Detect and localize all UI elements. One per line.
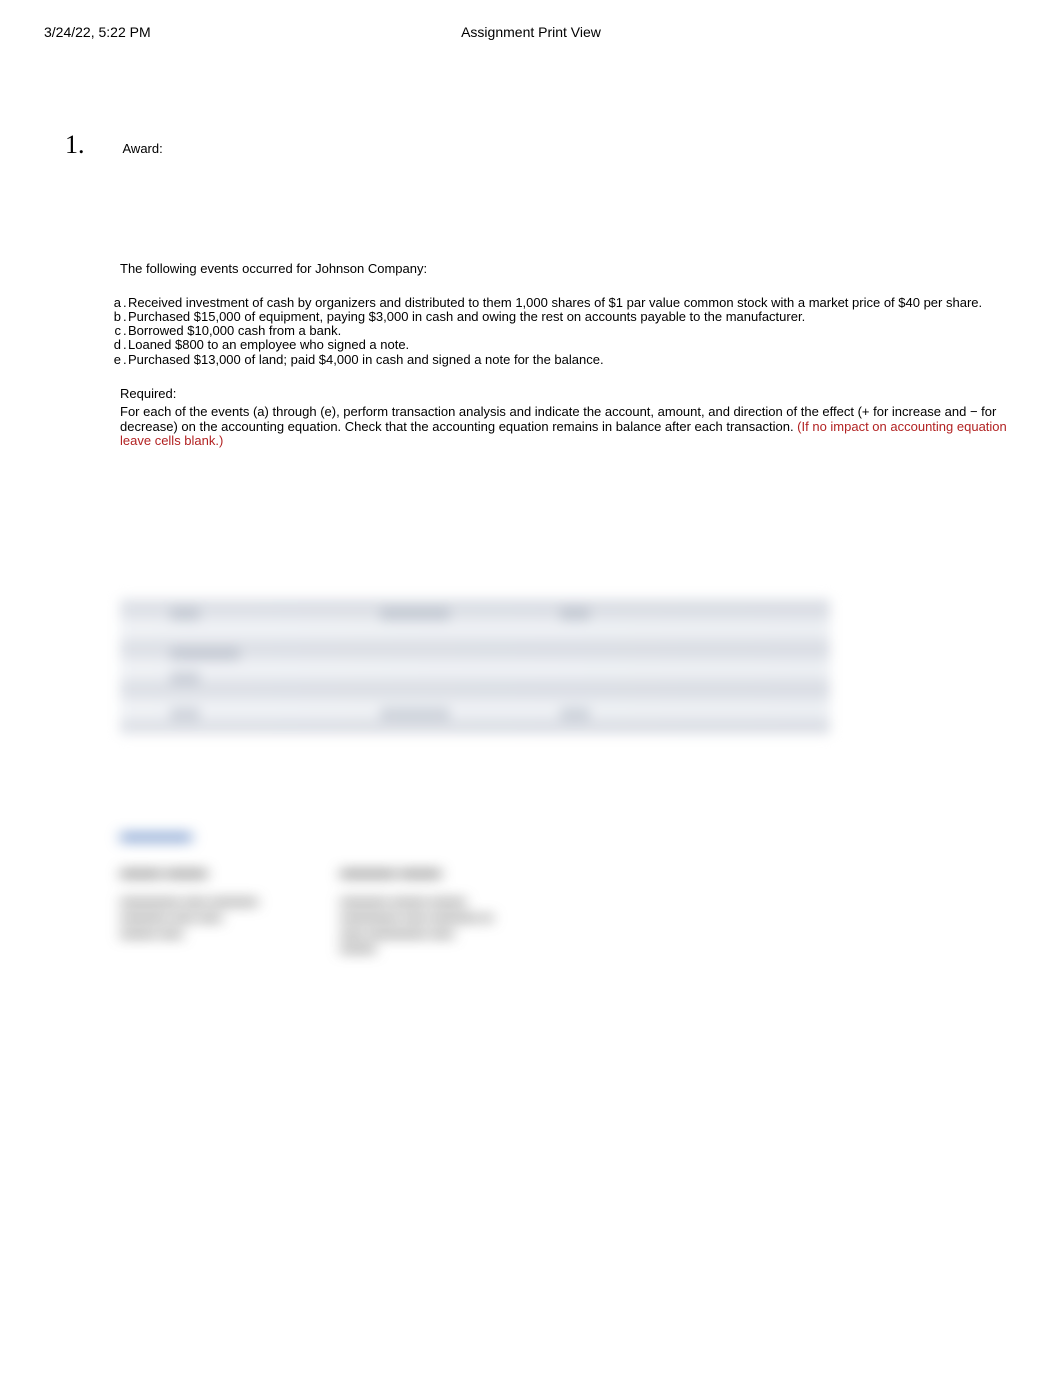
- event-a: a. Received investment of cash by organi…: [107, 296, 1018, 310]
- required-text: For each of the events (a) through (e), …: [120, 405, 1018, 450]
- event-e: e. Purchased $13,000 of land; paid $4,00…: [107, 353, 1018, 367]
- required-label: Required:: [120, 385, 1018, 403]
- req-part1: For each of the events: [120, 404, 253, 419]
- event-text: Received investment of cash by organizer…: [128, 296, 1018, 310]
- event-text: Borrowed $10,000 cash from a bank.: [128, 324, 1018, 338]
- req-through: through: [269, 404, 320, 419]
- intro-text: The following events occurred for Johnso…: [120, 260, 1018, 278]
- event-text: Loaned $800 to an employee who signed a …: [128, 338, 1018, 352]
- question-number: 1.: [65, 130, 85, 160]
- blurred-ref-title: ▬▬▬▬: [120, 824, 1018, 845]
- print-datetime: 3/24/22, 5:22 PM: [44, 24, 151, 40]
- req-e: (e): [320, 404, 336, 419]
- event-letter: b: [107, 310, 121, 324]
- question-header: 1. Award:: [65, 130, 1018, 160]
- event-letter: e: [107, 353, 121, 367]
- event-letter: a: [107, 296, 121, 310]
- question-container: 1. Award: The following events occurred …: [0, 40, 1062, 956]
- blurred-answer-table: [120, 599, 830, 734]
- events-list: a. Received investment of cash by organi…: [107, 296, 1018, 367]
- event-text: Purchased $13,000 of land; paid $4,000 i…: [128, 353, 1018, 367]
- page-header: 3/24/22, 5:22 PM Assignment Print View: [0, 0, 1062, 40]
- blurred-col2-head: ▬▬▬▬ ▬▬▬: [340, 865, 500, 881]
- blurred-col2-body: ▬▬▬▬ ▬▬▬ ▬▬▬▬▬▬▬▬ ▬▬ ▬▬▬▬ ▬▬▬ ▬▬▬▬▬ ▬▬▬▬…: [340, 893, 500, 955]
- event-c: c. Borrowed $10,000 cash from a bank.: [107, 324, 1018, 338]
- blurred-references: ▬▬▬▬ ▬▬▬ ▬▬▬ ▬▬▬▬▬ ▬▬ ▬▬▬▬▬▬▬▬ ▬▬ ▬▬▬▬▬ …: [120, 824, 1018, 955]
- award-label: Award:: [123, 141, 163, 156]
- event-letter: c: [107, 324, 121, 338]
- event-d: d. Loaned $800 to an employee who signed…: [107, 338, 1018, 352]
- req-a: (a): [253, 404, 269, 419]
- required-section: Required: For each of the events (a) thr…: [120, 385, 1018, 449]
- blurred-col1-head: ▬▬▬ ▬▬▬: [120, 865, 280, 881]
- blurred-content: ▬▬▬▬ ▬▬▬ ▬▬▬ ▬▬▬▬▬ ▬▬ ▬▬▬▬▬▬▬▬ ▬▬ ▬▬▬▬▬ …: [120, 599, 1018, 955]
- event-text: Purchased $15,000 of equipment, paying $…: [128, 310, 1018, 324]
- event-letter: d: [107, 338, 121, 352]
- event-b: b. Purchased $15,000 of equipment, payin…: [107, 310, 1018, 324]
- blurred-col1-body: ▬▬▬▬▬ ▬▬ ▬▬▬▬▬▬▬▬ ▬▬ ▬▬▬▬▬ ▬▬: [120, 893, 280, 940]
- doc-title: Assignment Print View: [461, 24, 601, 40]
